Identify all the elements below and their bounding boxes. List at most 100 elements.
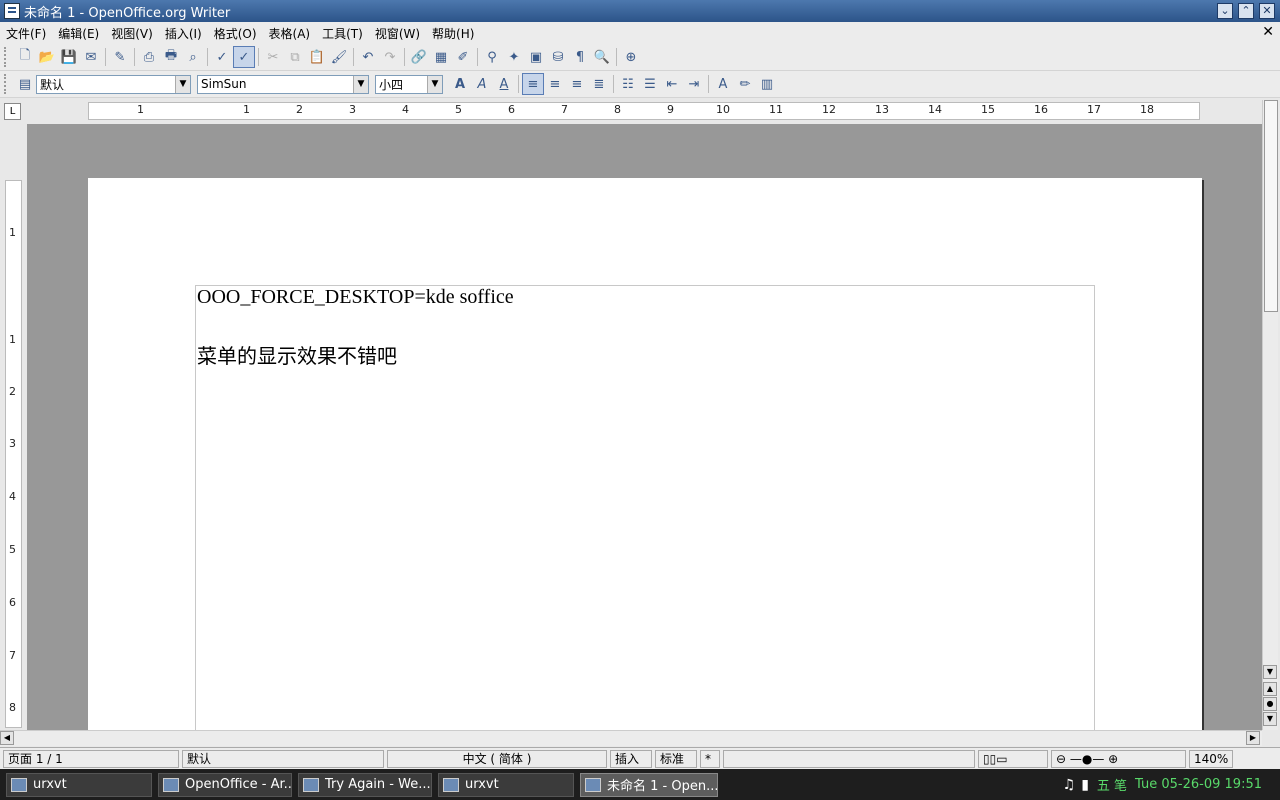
selection-mode[interactable]: 标准 bbox=[655, 749, 697, 768]
new-document-icon[interactable]: 🗋 bbox=[14, 46, 36, 68]
task-button[interactable]: 未命名 1 - Open... bbox=[580, 772, 718, 797]
maximize-button[interactable]: ⌃ bbox=[1238, 3, 1254, 19]
align-center-icon[interactable]: ≡ bbox=[544, 73, 566, 95]
network-icon[interactable]: ▮ bbox=[1081, 777, 1089, 793]
undo-icon[interactable]: ↶ bbox=[357, 46, 379, 68]
chevron-down-icon[interactable]: ▼ bbox=[353, 75, 368, 93]
paste-icon[interactable]: 📋 bbox=[306, 46, 328, 68]
scrollbar-thumb[interactable] bbox=[1264, 100, 1278, 312]
scroll-down-icon[interactable]: ▼ bbox=[1263, 665, 1277, 679]
menu-tools[interactable]: 工具(T) bbox=[316, 25, 369, 42]
font-color-icon[interactable]: A bbox=[712, 73, 734, 95]
export-pdf-icon[interactable]: ⎙ bbox=[138, 46, 160, 68]
menu-help[interactable]: 帮助(H) bbox=[426, 25, 480, 42]
menu-bar: 文件(F) 编辑(E) 视图(V) 插入(I) 格式(O) 表格(A) 工具(T… bbox=[0, 22, 1280, 44]
document-page[interactable]: OOO_FORCE_DESKTOP=kde soffice 菜单的显示效果不错吧 bbox=[88, 178, 1202, 730]
document-text-line[interactable]: OOO_FORCE_DESKTOP=kde soffice bbox=[197, 286, 514, 309]
zoom-slider[interactable]: ⊖ —●— ⊕ bbox=[1051, 749, 1186, 768]
formatting-marks-icon[interactable]: ¶ bbox=[569, 46, 591, 68]
task-button[interactable]: urxvt bbox=[438, 772, 574, 797]
styles-formatting-icon[interactable]: ▤ bbox=[14, 73, 36, 95]
table-icon[interactable]: ▦ bbox=[430, 46, 452, 68]
document-area[interactable]: OOO_FORCE_DESKTOP=kde soffice 菜单的显示效果不错吧 bbox=[27, 124, 1262, 730]
zoom-level[interactable]: 140% bbox=[1189, 749, 1233, 768]
menu-view[interactable]: 视图(V) bbox=[105, 25, 159, 42]
document-text-line[interactable]: 菜单的显示效果不错吧 bbox=[197, 340, 397, 369]
chevron-down-icon[interactable]: ▼ bbox=[427, 75, 442, 93]
font-name-select[interactable]: SimSun ▼ bbox=[197, 74, 369, 94]
menu-file[interactable]: 文件(F) bbox=[0, 25, 52, 42]
decrease-indent-icon[interactable]: ⇤ bbox=[661, 73, 683, 95]
menu-edit[interactable]: 编辑(E) bbox=[52, 25, 105, 42]
find-replace-icon[interactable]: ⚲ bbox=[481, 46, 503, 68]
minimize-button[interactable]: ⌄ bbox=[1217, 3, 1233, 19]
zoom-icon[interactable]: 🔍 bbox=[591, 46, 613, 68]
horizontal-ruler[interactable]: 1 1 2 3 4 5 6 7 8 9 10 11 12 13 14 15 16… bbox=[88, 102, 1200, 120]
vertical-ruler[interactable]: 1 1 2 3 4 5 6 7 8 bbox=[5, 180, 22, 728]
autospellcheck-icon[interactable]: ✓ bbox=[233, 46, 255, 68]
underline-icon[interactable]: A bbox=[493, 73, 515, 95]
email-icon[interactable]: ✉ bbox=[80, 46, 102, 68]
bold-icon[interactable]: A bbox=[449, 73, 471, 95]
horizontal-scrollbar[interactable]: ◀ ▶ bbox=[0, 730, 1262, 746]
italic-icon[interactable]: A bbox=[471, 73, 493, 95]
vertical-scrollbar[interactable]: ▼ ▲ ● ▼ bbox=[1262, 100, 1278, 730]
navigation-icon[interactable]: ● bbox=[1263, 697, 1277, 711]
next-page-icon[interactable]: ▼ bbox=[1263, 712, 1277, 726]
close-document-icon[interactable]: ✕ bbox=[1262, 24, 1274, 40]
scroll-right-icon[interactable]: ▶ bbox=[1246, 731, 1260, 745]
page-indicator[interactable]: 页面 1 / 1 bbox=[3, 749, 179, 768]
close-window-button[interactable]: ✕ bbox=[1259, 3, 1275, 19]
ruler-number: 5 bbox=[9, 543, 16, 556]
justify-icon[interactable]: ≣ bbox=[588, 73, 610, 95]
open-icon[interactable]: 📂 bbox=[36, 46, 58, 68]
ruler-number: 7 bbox=[561, 103, 568, 116]
gallery-icon[interactable]: ▣ bbox=[525, 46, 547, 68]
ruler-number: 18 bbox=[1140, 103, 1154, 116]
page-style[interactable]: 默认 bbox=[182, 749, 384, 768]
task-button[interactable]: urxvt bbox=[6, 772, 152, 797]
task-button[interactable]: OpenOffice - Ar... bbox=[158, 772, 292, 797]
language-indicator[interactable]: 中文 ( 简体 ) bbox=[387, 749, 607, 768]
ime-indicator[interactable]: 五 笔 bbox=[1097, 775, 1127, 794]
insert-mode[interactable]: 插入 bbox=[610, 749, 652, 768]
print-icon[interactable]: 🖶 bbox=[160, 46, 182, 68]
print-preview-icon[interactable]: ⌕ bbox=[182, 46, 204, 68]
toolbar-grip[interactable] bbox=[4, 74, 10, 94]
navigator-icon[interactable]: ✦ bbox=[503, 46, 525, 68]
show-draw-functions-icon[interactable]: ✐ bbox=[452, 46, 474, 68]
task-button[interactable]: Try Again - We... bbox=[298, 772, 432, 797]
paragraph-style-select[interactable]: 默认 ▼ bbox=[36, 74, 191, 94]
align-left-icon[interactable]: ≡ bbox=[522, 73, 544, 95]
clock[interactable]: Tue 05-26-09 19:51 bbox=[1135, 777, 1262, 792]
edit-file-icon[interactable]: ✎ bbox=[109, 46, 131, 68]
font-size-select[interactable]: 小四 ▼ bbox=[375, 74, 443, 94]
menu-format[interactable]: 格式(O) bbox=[208, 25, 263, 42]
increase-indent-icon[interactable]: ⇥ bbox=[683, 73, 705, 95]
background-color-icon[interactable]: ▥ bbox=[756, 73, 778, 95]
datasources-icon[interactable]: ⛁ bbox=[547, 46, 569, 68]
cut-icon[interactable]: ✂ bbox=[262, 46, 284, 68]
copy-icon[interactable]: ⧉ bbox=[284, 46, 306, 68]
toolbar-grip[interactable] bbox=[4, 47, 10, 67]
numbering-icon[interactable]: ☷ bbox=[617, 73, 639, 95]
highlighting-icon[interactable]: ✏ bbox=[734, 73, 756, 95]
menu-table[interactable]: 表格(A) bbox=[263, 25, 317, 42]
format-paintbrush-icon[interactable]: 🖌 bbox=[328, 46, 350, 68]
align-right-icon[interactable]: ≡ bbox=[566, 73, 588, 95]
volume-icon[interactable]: ♫ bbox=[1063, 777, 1076, 793]
bullets-icon[interactable]: ☰ bbox=[639, 73, 661, 95]
help-icon[interactable]: ⊕ bbox=[620, 46, 642, 68]
scroll-left-icon[interactable]: ◀ bbox=[0, 731, 14, 745]
redo-icon[interactable]: ↷ bbox=[379, 46, 401, 68]
previous-page-icon[interactable]: ▲ bbox=[1263, 682, 1277, 696]
menu-insert[interactable]: 插入(I) bbox=[159, 25, 208, 42]
view-layout-icon[interactable]: ▯▯▭ bbox=[978, 749, 1048, 768]
chevron-down-icon[interactable]: ▼ bbox=[175, 75, 190, 93]
tab-stop-selector[interactable]: L bbox=[4, 103, 21, 120]
menu-window[interactable]: 视窗(W) bbox=[369, 25, 426, 42]
spellcheck-icon[interactable]: ✓ bbox=[211, 46, 233, 68]
writer-app-icon[interactable] bbox=[4, 3, 20, 19]
save-icon[interactable]: 💾 bbox=[58, 46, 80, 68]
hyperlink-icon[interactable]: 🔗 bbox=[408, 46, 430, 68]
